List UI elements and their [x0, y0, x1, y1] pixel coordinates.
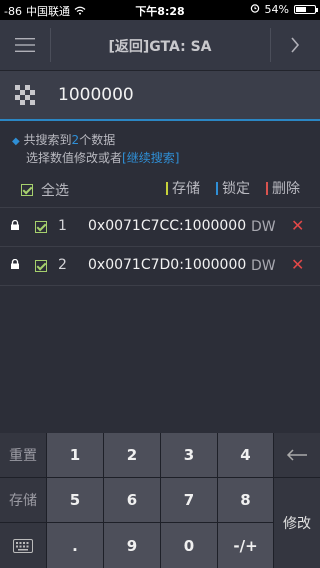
key-1[interactable]: 1 — [47, 433, 103, 477]
reset-key[interactable]: 重置 — [0, 433, 47, 478]
lock-label: 锁定 — [222, 181, 250, 197]
key-9[interactable]: 9 — [104, 523, 160, 568]
page-title[interactable]: [返回]GTA: SA — [51, 36, 269, 56]
key-8[interactable]: 8 — [218, 478, 273, 522]
action-toolbar: 全选 存储 锁定 删除 — [0, 178, 320, 200]
result-row[interactable]: 2 0x0071C7D0:1000000 DW ✕ — [0, 246, 320, 286]
lock-icon[interactable] — [10, 259, 20, 269]
key-sign-toggle[interactable]: -/+ — [218, 523, 273, 568]
delete-color-bar — [266, 181, 268, 195]
select-all-toggle[interactable]: 全选 — [21, 180, 69, 200]
hamburger-icon — [15, 38, 35, 52]
save-button[interactable]: 存储 — [166, 178, 200, 198]
battery-icon — [294, 5, 318, 14]
status-bar: -86 中国联通 下午8:28 54% — [0, 0, 320, 20]
keyboard-icon — [13, 538, 33, 553]
lock-button[interactable]: 锁定 — [216, 178, 250, 198]
select-all-label: 全选 — [41, 183, 69, 199]
continue-search-link[interactable]: [继续搜索] — [122, 151, 179, 165]
modify-key[interactable]: 修改 — [274, 478, 320, 568]
row-address-value[interactable]: 0x0071C7D0:1000000 — [88, 257, 246, 273]
row-address-value[interactable]: 0x0071C7CC:1000000 — [88, 218, 246, 234]
alarm-icon — [250, 3, 260, 16]
result-count-prefix: 共搜索到 — [23, 133, 72, 147]
navigation-bar: [返回]GTA: SA — [0, 20, 320, 71]
row-type[interactable]: DW — [251, 258, 276, 274]
delete-row-icon[interactable]: ✕ — [291, 216, 304, 235]
delete-button[interactable]: 删除 — [266, 178, 300, 198]
key-5[interactable]: 5 — [47, 478, 103, 522]
menu-button[interactable] — [0, 20, 50, 70]
row-checkbox[interactable] — [35, 221, 47, 233]
search-field[interactable]: 1000000 — [0, 71, 320, 121]
save-color-bar — [166, 181, 168, 195]
result-row[interactable]: 1 0x0071C7CC:1000000 DW ✕ — [0, 207, 320, 246]
row-index: 2 — [58, 257, 67, 273]
key-3[interactable]: 3 — [161, 433, 217, 477]
result-count-suffix: 个数据 — [79, 133, 116, 147]
chevron-right-icon — [291, 37, 300, 53]
save-label: 存储 — [172, 181, 200, 197]
lock-color-bar — [216, 181, 218, 195]
checkbox-checked-icon — [21, 184, 33, 196]
row-checkbox[interactable] — [35, 260, 47, 272]
keyboard-key[interactable] — [0, 523, 47, 568]
key-7[interactable]: 7 — [161, 478, 217, 522]
key-4[interactable]: 4 — [218, 433, 273, 477]
key-6[interactable]: 6 — [104, 478, 160, 522]
lock-icon[interactable] — [10, 220, 20, 230]
backspace-key[interactable] — [274, 433, 320, 477]
key-decimal[interactable]: . — [47, 523, 103, 568]
store-key[interactable]: 存储 — [0, 478, 47, 523]
delete-row-icon[interactable]: ✕ — [291, 255, 304, 274]
key-0[interactable]: 0 — [161, 523, 217, 568]
row-index: 1 — [58, 218, 67, 234]
row-type[interactable]: DW — [251, 219, 276, 235]
diamond-icon: ◆ — [12, 136, 20, 147]
numeric-keypad: 重置 存储 1 2 3 4 5 6 7 8 . 9 0 -/+ 修改 — [0, 433, 320, 568]
search-value: 1000000 — [58, 85, 134, 105]
instruction-text: 选择数值修改或者 — [26, 151, 123, 165]
battery-percent: 54% — [264, 3, 289, 16]
checker-icon — [15, 85, 35, 105]
search-result-info: ◆ 共搜索到2个数据 选择数值修改或者[继续搜索] — [12, 132, 179, 166]
delete-label: 删除 — [272, 181, 300, 197]
backspace-arrow-icon — [286, 449, 307, 461]
key-2[interactable]: 2 — [104, 433, 160, 477]
next-button[interactable] — [270, 20, 320, 70]
